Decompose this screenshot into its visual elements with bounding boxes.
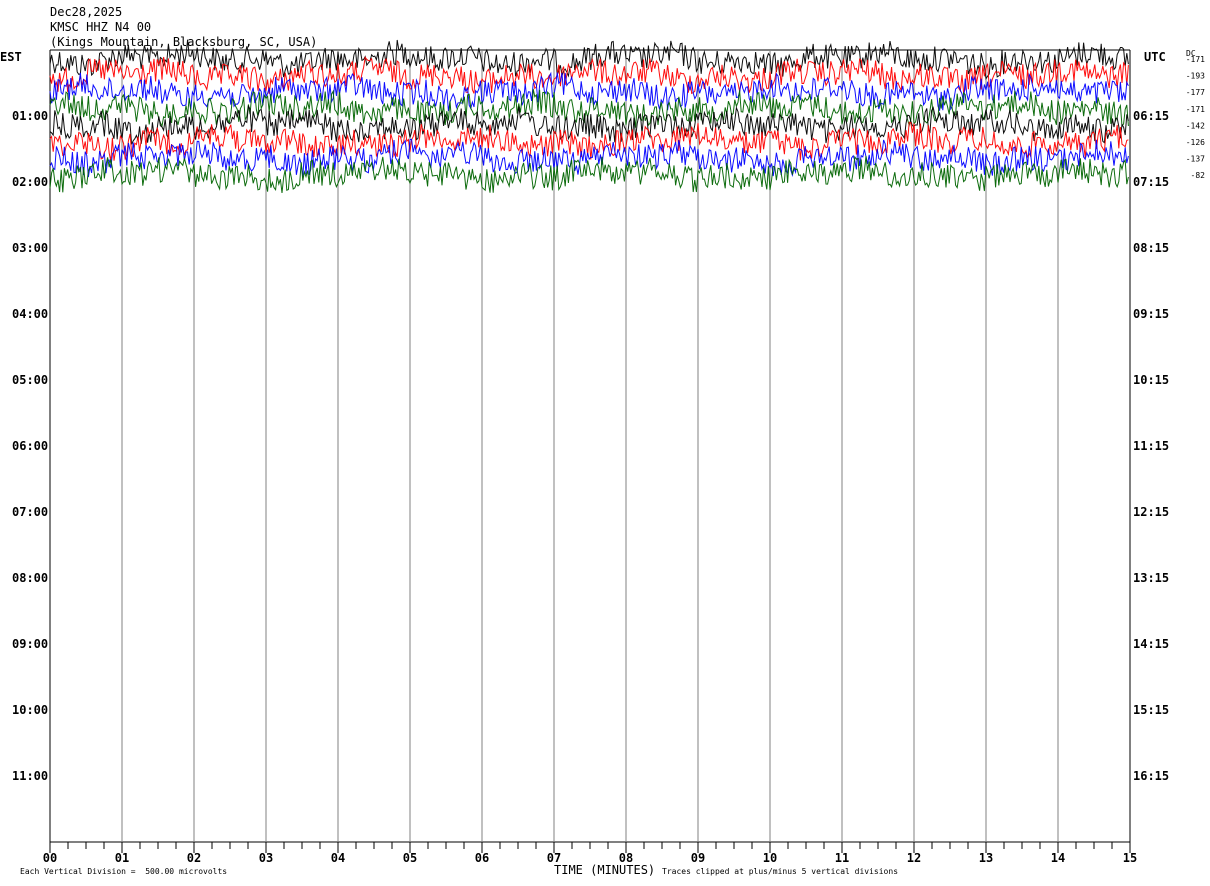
est-time-label: 10:00 xyxy=(12,703,48,717)
utc-time-label: 12:15 xyxy=(1133,505,1169,519)
dc-offset-label: -171 xyxy=(1186,105,1205,114)
x-tick-label: 02 xyxy=(187,851,201,865)
x-tick-label: 14 xyxy=(1051,851,1065,865)
dc-offset-label: -126 xyxy=(1186,138,1205,147)
est-time-label: 04:00 xyxy=(12,307,48,321)
utc-time-label: 08:15 xyxy=(1133,241,1169,255)
utc-time-label: 11:15 xyxy=(1133,439,1169,453)
x-axis-title: TIME (MINUTES) xyxy=(554,863,656,877)
est-time-label: 11:00 xyxy=(12,769,48,783)
est-time-label: 08:00 xyxy=(12,571,48,585)
utc-time-label: 15:15 xyxy=(1133,703,1169,717)
utc-time-label: 16:15 xyxy=(1133,769,1169,783)
division-note: Each Vertical Division = 500.00 microvol… xyxy=(20,867,228,876)
est-time-label: 06:00 xyxy=(12,439,48,453)
x-tick-label: 15 xyxy=(1123,851,1137,865)
x-tick-label: 11 xyxy=(835,851,849,865)
utc-time-label: 07:15 xyxy=(1133,175,1169,189)
utc-time-label: 06:15 xyxy=(1133,109,1169,123)
dc-offset-label: -177 xyxy=(1186,88,1205,97)
x-tick-label: 04 xyxy=(331,851,345,865)
dc-offset-label: -193 xyxy=(1186,72,1205,81)
utc-time-label: 09:15 xyxy=(1133,307,1169,321)
est-time-label: 09:00 xyxy=(12,637,48,651)
dc-offset-label: -137 xyxy=(1186,155,1205,164)
est-time-label: 01:00 xyxy=(12,109,48,123)
x-tick-label: 03 xyxy=(259,851,273,865)
est-time-label: 02:00 xyxy=(12,175,48,189)
est-time-label: 03:00 xyxy=(12,241,48,255)
x-tick-label: 09 xyxy=(691,851,705,865)
utc-time-label: 14:15 xyxy=(1133,637,1169,651)
dc-offset-label: -142 xyxy=(1186,121,1205,130)
utc-time-label: 13:15 xyxy=(1133,571,1169,585)
x-tick-label: 10 xyxy=(763,851,777,865)
x-tick-label: 00 xyxy=(43,851,57,865)
dc-offset-label: -82 xyxy=(1191,171,1206,180)
x-tick-label: 12 xyxy=(907,851,921,865)
seismic-trace xyxy=(49,138,1129,178)
x-tick-label: 13 xyxy=(979,851,993,865)
x-tick-label: 06 xyxy=(475,851,489,865)
x-tick-label: 01 xyxy=(115,851,129,865)
dc-offset-label: -171 xyxy=(1186,55,1205,64)
seismogram-chart: 01:00 02:00 03:00 04:00 05:00 06:00 07:00 08:00… xyxy=(12,39,1206,865)
utc-time-label: 10:15 xyxy=(1133,373,1169,387)
est-time-label: 05:00 xyxy=(12,373,48,387)
x-tick-label: 05 xyxy=(403,851,417,865)
est-time-label: 07:00 xyxy=(12,505,48,519)
clip-note: Traces clipped at plus/minus 5 vertical … xyxy=(662,867,899,876)
